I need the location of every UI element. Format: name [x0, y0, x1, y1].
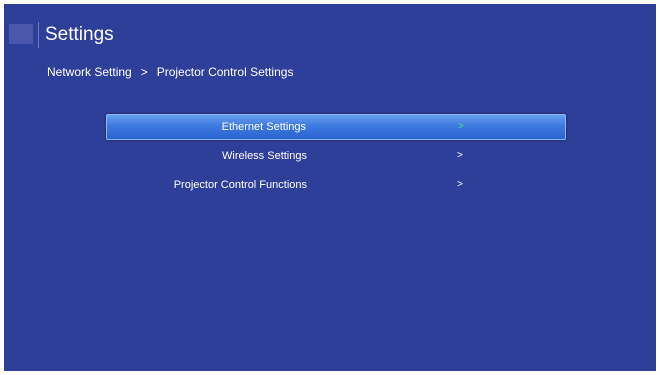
settings-menu: Ethernet Settings > Wireless Settings > …: [106, 114, 566, 201]
breadcrumb-current: Projector Control Settings: [156, 65, 294, 79]
breadcrumb: Network Setting > Projector Control Settin…: [47, 64, 293, 80]
menu-item-ethernet-settings[interactable]: Ethernet Settings >: [106, 114, 566, 140]
header-divider: [38, 22, 39, 48]
chevron-right-icon: >: [457, 179, 463, 190]
header: Settings: [4, 22, 656, 48]
settings-screen: Settings Network Setting > Projector Contr…: [4, 4, 656, 371]
chevron-right-icon: >: [458, 121, 464, 132]
menu-item-projector-control-functions[interactable]: Projector Control Functions >: [106, 172, 566, 198]
page-title: Settings: [45, 24, 114, 45]
menu-item-label: Ethernet Settings: [221, 121, 306, 133]
chevron-right-icon: >: [457, 150, 463, 161]
menu-item-wireless-settings[interactable]: Wireless Settings >: [106, 143, 566, 169]
menu-item-label: Wireless Settings: [222, 150, 307, 162]
breadcrumb-parent[interactable]: Network Setting: [47, 64, 132, 80]
app-icon: [9, 24, 33, 44]
menu-item-label: Projector Control Functions: [173, 179, 307, 191]
breadcrumb-separator: >: [140, 65, 148, 79]
